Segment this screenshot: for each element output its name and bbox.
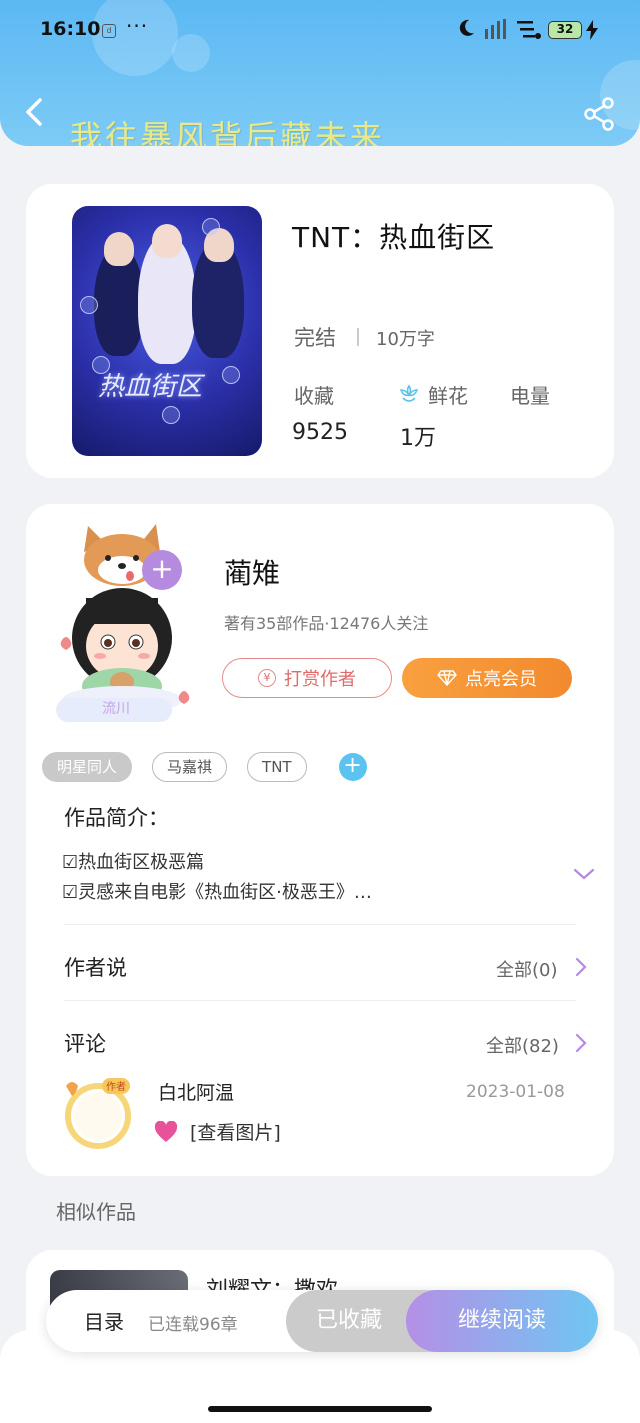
flowers-label[interactable]: 鲜花 [428,380,468,409]
chapter-count[interactable]: 已连载96章 [148,1310,238,1335]
flowers-count: 1万 [400,426,436,451]
bottom-action-bar: 目录 已连载96章 已收藏 继续阅读 [46,1290,598,1352]
book-title: TNT：热血街区 [292,221,496,254]
chevron-right-icon[interactable] [574,956,588,978]
tag-item[interactable]: 明星同人 [42,752,133,782]
book-info-card: 热血街区 TNT：热血街区 完结 10万字 收藏 9525 鲜花 1万 电量 [26,184,614,478]
status-time: 16:10 [40,18,101,40]
book-status: 完结 [294,326,336,350]
book-cover[interactable]: 热血街区 [72,206,262,456]
tag-list: 明星同人 马嘉祺 TNT + [42,752,367,782]
chevron-right-icon[interactable] [574,1032,588,1054]
vip-button[interactable]: 点亮会员 [402,658,572,698]
comment-body[interactable]: [查看图片] [154,1118,281,1145]
comments-all-link[interactable]: 全部(82) [486,1032,559,1058]
toc-button[interactable]: 目录 [84,1306,124,1335]
header-banner-text: 我往暴风背后藏未来 [70,118,386,146]
add-tag-button[interactable]: + [338,753,367,781]
charging-icon [586,20,598,40]
home-indicator [208,1406,432,1412]
notification-icon: d [102,24,116,38]
expand-intro-icon[interactable] [572,866,596,882]
divider [64,1000,576,1001]
author-badge: 流川 [102,701,130,717]
favorites-label: 收藏 [294,384,334,408]
commenter-avatar[interactable]: 作者 [58,1072,134,1152]
moon-icon [459,19,474,36]
comment-date: 2023-01-08 [466,1082,565,1102]
author-name[interactable]: 蔺雉 [224,552,280,592]
favorites-count: 9525 [292,420,348,445]
comment-text: [查看图片] [190,1122,281,1144]
flower-icon[interactable] [398,382,420,404]
heart-icon [154,1120,178,1142]
similar-works-title: 相似作品 [56,1200,136,1224]
comments-title: 评论 [64,1032,106,1056]
diamond-icon [437,670,457,686]
status-more-icon: ··· [126,14,149,38]
tag-item[interactable]: TNT [247,752,307,782]
author-meta: 著有35部作品·12476人关注 [224,614,429,633]
header: 16:10 d ··· 32 我往暴风背后藏未来 [0,0,640,146]
author-avatar[interactable] [48,518,198,728]
commenter-name[interactable]: 白北阿温 [158,1078,234,1105]
intro-line: ☑灵感来自电影《热血街区·极恶王》… [62,882,372,903]
author-says-title: 作者说 [64,956,127,980]
battery-indicator: 32 [548,21,582,39]
cover-title: 热血街区 [98,372,203,402]
reward-author-button[interactable]: ¥ 打赏作者 [222,658,392,698]
continue-reading-button[interactable]: 继续阅读 [406,1290,598,1352]
back-button[interactable] [20,92,50,132]
author-card: 流川 + 蔺雉 著有35部作品·12476人关注 ¥ 打赏作者 点亮会员 明星同… [26,504,614,1176]
intro-line: ☑热血街区极恶篇 [62,852,205,873]
intro-title: 作品简介： [64,806,169,830]
commenter-badge: 作者 [106,1081,126,1093]
signal-icon [485,19,506,39]
reward-author-label: 打赏作者 [284,669,356,690]
yen-icon: ¥ [258,669,276,687]
author-says-all-link[interactable]: 全部(0) [496,956,558,982]
tag-item[interactable]: 马嘉祺 [152,752,228,782]
power-label[interactable]: 电量 [510,380,550,409]
follow-author-button[interactable]: + [142,550,182,590]
vip-label: 点亮会员 [465,669,537,690]
share-button[interactable] [582,96,618,132]
word-count: 10万字 [376,329,435,350]
divider [64,924,576,925]
wifi-icon [517,21,541,39]
divider [357,328,359,346]
